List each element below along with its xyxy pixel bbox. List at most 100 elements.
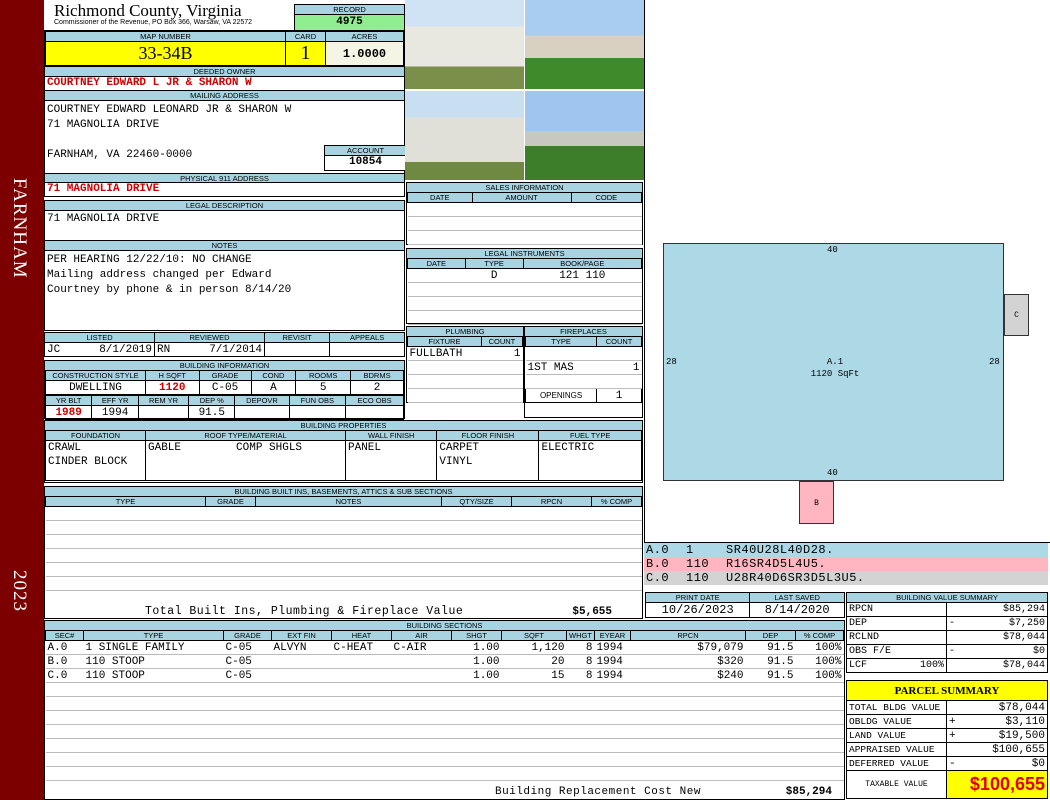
print-date: 10/26/2023 (644, 602, 751, 618)
label: FUN OBS (288, 395, 347, 406)
sketch-section-c[interactable]: C (1004, 294, 1029, 336)
dim-right: 28 (989, 357, 1000, 367)
listing-table: LISTED REVIEWED REVISIT APPEALS JC 8/1/2019 … (44, 332, 405, 357)
last-saved: 8/14/2020 (749, 602, 845, 618)
label: ROOMS (295, 370, 352, 381)
col: TYPE (464, 258, 524, 269)
roof-type: GABLE (148, 442, 182, 454)
value-amount: $78,044 (1002, 632, 1045, 643)
building-info-table-2: YR BLT EFF YR REM YR DEP % DEPOVR FUN OBS ECO … (44, 395, 404, 420)
property-photo[interactable] (405, 91, 524, 180)
section-cell: 1994 (594, 654, 631, 669)
section-cell: 100% (795, 668, 844, 683)
section-cell: 110 STOOP (83, 668, 224, 683)
fixture-count: 1 (481, 346, 523, 361)
year-label: 2023 (9, 570, 30, 612)
reviewed-label: REVIEWED (154, 332, 265, 343)
col: AIR (391, 630, 452, 641)
plumbing-table: FIXTURE COUNT FULLBATH 1 (407, 336, 524, 403)
parcel-label: APPRAISED VALUE (846, 742, 947, 757)
section-cell: $320 (630, 654, 746, 669)
col: FIXTURE (407, 336, 482, 347)
wall-finish: PANEL (344, 440, 438, 481)
value-row: RCLND $78,044 (846, 630, 1048, 645)
year-built: 1989 (44, 405, 93, 420)
map-number: 33-34B (45, 41, 286, 66)
listed-label: LISTED (44, 332, 155, 343)
last-saved-label: LAST SAVED (749, 592, 845, 603)
dates-table: PRINT DATE LAST SAVED 10/26/2023 8/14/2020 (644, 592, 845, 618)
parcel-amount: $78,044 (998, 701, 1045, 714)
value-row: LCF 100% $78,044 (846, 658, 1048, 673)
account-value: 10854 (348, 156, 382, 168)
parcel-summary-title: PARCEL SUMMARY (846, 680, 1048, 701)
property-photo[interactable] (525, 0, 644, 89)
property-photo[interactable] (405, 0, 524, 89)
col: WHGT (566, 630, 595, 641)
col: HEAT (331, 630, 392, 641)
section-cell: 1.00 (451, 640, 502, 655)
legal-label: LEGAL DESCRIPTION (45, 201, 404, 211)
cell: 121 110 (523, 268, 642, 283)
col: GRADE (205, 496, 256, 507)
parcel-amount: $100,655 (992, 743, 1045, 756)
label: GRADE (198, 370, 252, 381)
col: QTY/SIZE (441, 496, 512, 507)
physical-address-label: PHYSICAL 911 ADDRESS (45, 173, 404, 183)
fireplace-type: 1ST MAS (525, 360, 597, 375)
openings-value: 1 (596, 388, 642, 403)
parcel-row: TOTAL BLDG VALUE $78,044 (846, 700, 1048, 715)
section-cell (271, 668, 332, 683)
sketch-area[interactable]: C B 40 40 28 28 A.1 1120 SqFt (644, 0, 1050, 543)
map-label: MAP NUMBER (45, 31, 286, 42)
section-cell: 100% (795, 640, 844, 655)
code-sec: C.0 (646, 571, 670, 585)
parcel-row: LAND VALUE + $19,500 (846, 728, 1048, 743)
parcel-sign: - (949, 757, 956, 770)
sketch-section-b[interactable]: B (799, 481, 834, 524)
property-photo[interactable] (525, 91, 644, 180)
builtins-table: TYPE GRADE NOTES QTY/SIZE RPCN% COMP (45, 496, 642, 591)
floor-finish: CARPET (439, 442, 480, 454)
value-label: LCF (849, 660, 868, 671)
label: DEPOVR (234, 395, 290, 406)
rooms: 5 (295, 380, 352, 395)
section-cell: C-AIR (391, 640, 452, 655)
code-type: 1 (686, 543, 694, 557)
map-number-row: MAP NUMBER CARD ACRES 33-34B 1 1.0000 (44, 30, 405, 67)
section-cell: 91.5 (745, 654, 796, 669)
col: DATE (407, 258, 466, 269)
note-line: Courtney by phone & in person 8/14/20 (47, 284, 292, 296)
replacement-cost-label: Building Replacement Cost New (495, 786, 701, 798)
openings-label: OPENINGS (524, 388, 598, 403)
value-label: RCLND (849, 632, 880, 643)
table-row: C.0 110 STOOP C-05 1.00 15 8 1994 $240 91.5 100% (45, 668, 844, 683)
revisit-label: REVISIT (263, 332, 331, 343)
taxable-value: $100,655 (946, 770, 1048, 799)
label: COND (250, 370, 297, 381)
col: SHGT (451, 630, 502, 641)
col: FOUNDATION (45, 430, 146, 441)
code-sec: B.0 (646, 557, 670, 571)
col: GRADE (223, 630, 272, 641)
col: ROOF TYPE/MATERIAL (145, 430, 346, 441)
parcel-amount: $3,110 (1005, 715, 1045, 728)
code-sec: A.0 (646, 543, 670, 557)
county-title: Richmond County, Virginia (54, 1, 242, 20)
dim-top: 40 (827, 245, 838, 255)
notes-label: NOTES (45, 241, 404, 251)
appeals-label: APPEALS (329, 332, 405, 343)
parcel-sign: + (949, 729, 956, 742)
section-cell: 8 (566, 640, 595, 655)
dim-left: 28 (666, 357, 677, 367)
section-cell: 1.00 (451, 668, 502, 683)
replacement-cost: $85,294 (785, 786, 832, 798)
section-cell: ALVYN (271, 640, 332, 655)
section-cell: C-05 (223, 654, 272, 669)
section-cell: 1994 (594, 668, 631, 683)
fireplaces-table: TYPE COUNT 1ST MAS 1 OPENINGS 1 (524, 336, 642, 403)
section-cell: C.0 (45, 668, 84, 683)
value-amount: $78,044 (1002, 660, 1045, 671)
effective-year: 1994 (91, 405, 139, 420)
value-amount: $0 (1032, 646, 1045, 657)
